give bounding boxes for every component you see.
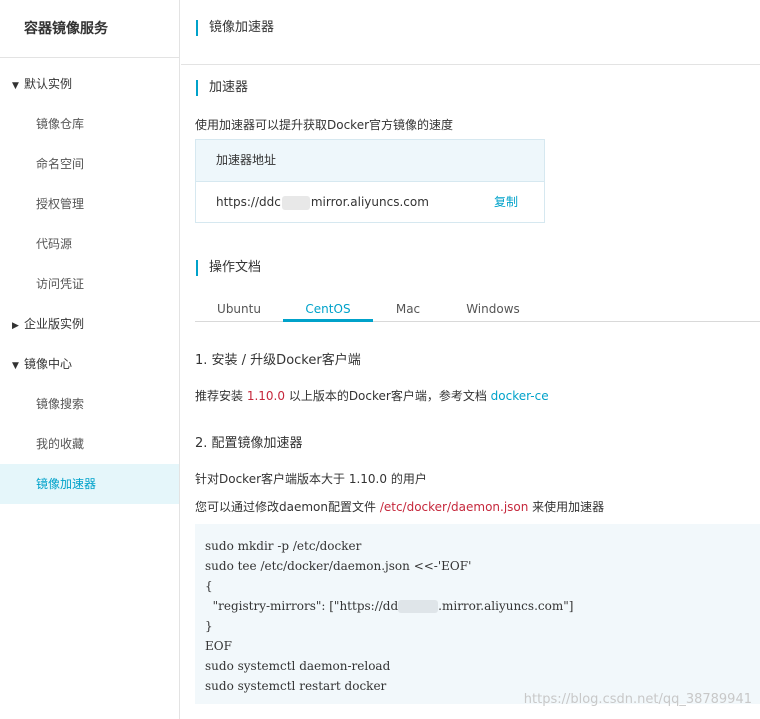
docker-ce-link[interactable]: docker-ce	[491, 389, 549, 403]
nav-group-label: 默认实例	[24, 77, 73, 91]
tab-windows[interactable]: Windows	[443, 298, 543, 322]
redacted-blur	[398, 600, 439, 613]
tab-mac[interactable]: Mac	[373, 298, 443, 322]
code-line: }	[205, 619, 213, 633]
tab-ubuntu[interactable]: Ubuntu	[195, 298, 283, 322]
sidebar-item-namespaces[interactable]: 命名空间	[0, 144, 179, 184]
accelerator-url-suffix: mirror.aliyuncs.com	[310, 195, 429, 209]
caret-down-icon: ▼	[12, 81, 19, 91]
nav-group-enterprise-instance[interactable]: ▶ 企业版实例	[0, 304, 179, 344]
nav-group-label: 企业版实例	[24, 317, 85, 331]
docs-section-title: 操作文档	[196, 260, 261, 276]
accelerator-url-row: https://ddc mirror.aliyuncs.com 复制	[196, 182, 544, 222]
accelerator-table-header: 加速器地址	[196, 140, 544, 182]
step1-text-before: 推荐安装	[195, 389, 247, 403]
nav-group-label: 镜像中心	[24, 357, 73, 371]
step1-text: 推荐安装 1.10.0 以上版本的Docker客户端，参考文档 docker-c…	[195, 387, 549, 404]
step2-line1: 针对Docker客户端版本大于 1.10.0 的用户	[195, 472, 427, 486]
sidebar: 容器镜像服务 ▼ 默认实例 镜像仓库 命名空间 授权管理 代码源 访问凭证 ▶ 企业…	[0, 0, 180, 719]
page-title: 镜像加速器	[196, 20, 274, 36]
step2-title: 2. 配置镜像加速器	[195, 436, 303, 451]
page-header: 镜像加速器	[181, 0, 760, 65]
step2-line2-before: 您可以通过修改daemon配置文件	[195, 500, 380, 514]
code-line-suffix: .mirror.aliyuncs.com"]	[438, 599, 574, 613]
nav-group-image-center[interactable]: ▼ 镜像中心	[0, 344, 179, 384]
accelerator-address-table: 加速器地址 https://ddc mirror.aliyuncs.com 复制	[195, 139, 545, 223]
os-tabs: Ubuntu CentOS Mac Windows	[195, 298, 760, 322]
main-content: 镜像加速器 加速器 使用加速器可以提升获取Docker官方镜像的速度 加速器地址…	[181, 0, 760, 719]
step1-text-after: 以上版本的Docker客户端，参考文档	[285, 389, 491, 403]
code-line: "registry-mirrors": ["https://dd .mirror.…	[205, 596, 750, 616]
step2-line2: 您可以通过修改daemon配置文件 /etc/docker/daemon.jso…	[195, 498, 604, 515]
sidebar-item-authorization[interactable]: 授权管理	[0, 184, 179, 224]
accelerator-section-title: 加速器	[196, 80, 248, 96]
caret-down-icon: ▼	[12, 361, 19, 371]
code-line: sudo tee /etc/docker/daemon.json <<-'EOF…	[205, 559, 472, 573]
nav-group-default-instance[interactable]: ▼ 默认实例	[0, 64, 179, 104]
code-line: EOF	[205, 639, 232, 653]
code-line-prefix: "registry-mirrors": ["https://dd	[205, 599, 399, 613]
sidebar-item-accelerator[interactable]: 镜像加速器	[0, 464, 179, 504]
watermark: https://blog.csdn.net/qq_38789941	[523, 692, 752, 707]
tab-centos[interactable]: CentOS	[283, 298, 373, 322]
accelerator-description: 使用加速器可以提升获取Docker官方镜像的速度	[195, 118, 454, 132]
code-line: {	[205, 579, 213, 593]
copy-link[interactable]: 复制	[494, 182, 518, 222]
sidebar-item-code-source[interactable]: 代码源	[0, 224, 179, 264]
step1-version: 1.10.0	[246, 389, 285, 403]
sidebar-title: 容器镜像服务	[0, 0, 179, 58]
redacted-blur	[281, 195, 310, 210]
code-line: sudo systemctl daemon-reload	[205, 659, 391, 673]
caret-right-icon: ▶	[12, 321, 19, 331]
sidebar-item-image-search[interactable]: 镜像搜索	[0, 384, 179, 424]
step1-title: 1. 安装 / 升级Docker客户端	[195, 353, 361, 368]
code-line: sudo mkdir -p /etc/docker	[205, 539, 362, 553]
daemon-json-path: /etc/docker/daemon.json	[379, 500, 529, 514]
code-block[interactable]: sudo mkdir -p /etc/docker sudo tee /etc/…	[195, 524, 760, 704]
step2-line2-after: 来使用加速器	[528, 500, 605, 514]
sidebar-item-access-credentials[interactable]: 访问凭证	[0, 264, 179, 304]
sidebar-item-repositories[interactable]: 镜像仓库	[0, 104, 179, 144]
accelerator-url-prefix: https://ddc	[216, 195, 281, 209]
sidebar-item-favorites[interactable]: 我的收藏	[0, 424, 179, 464]
